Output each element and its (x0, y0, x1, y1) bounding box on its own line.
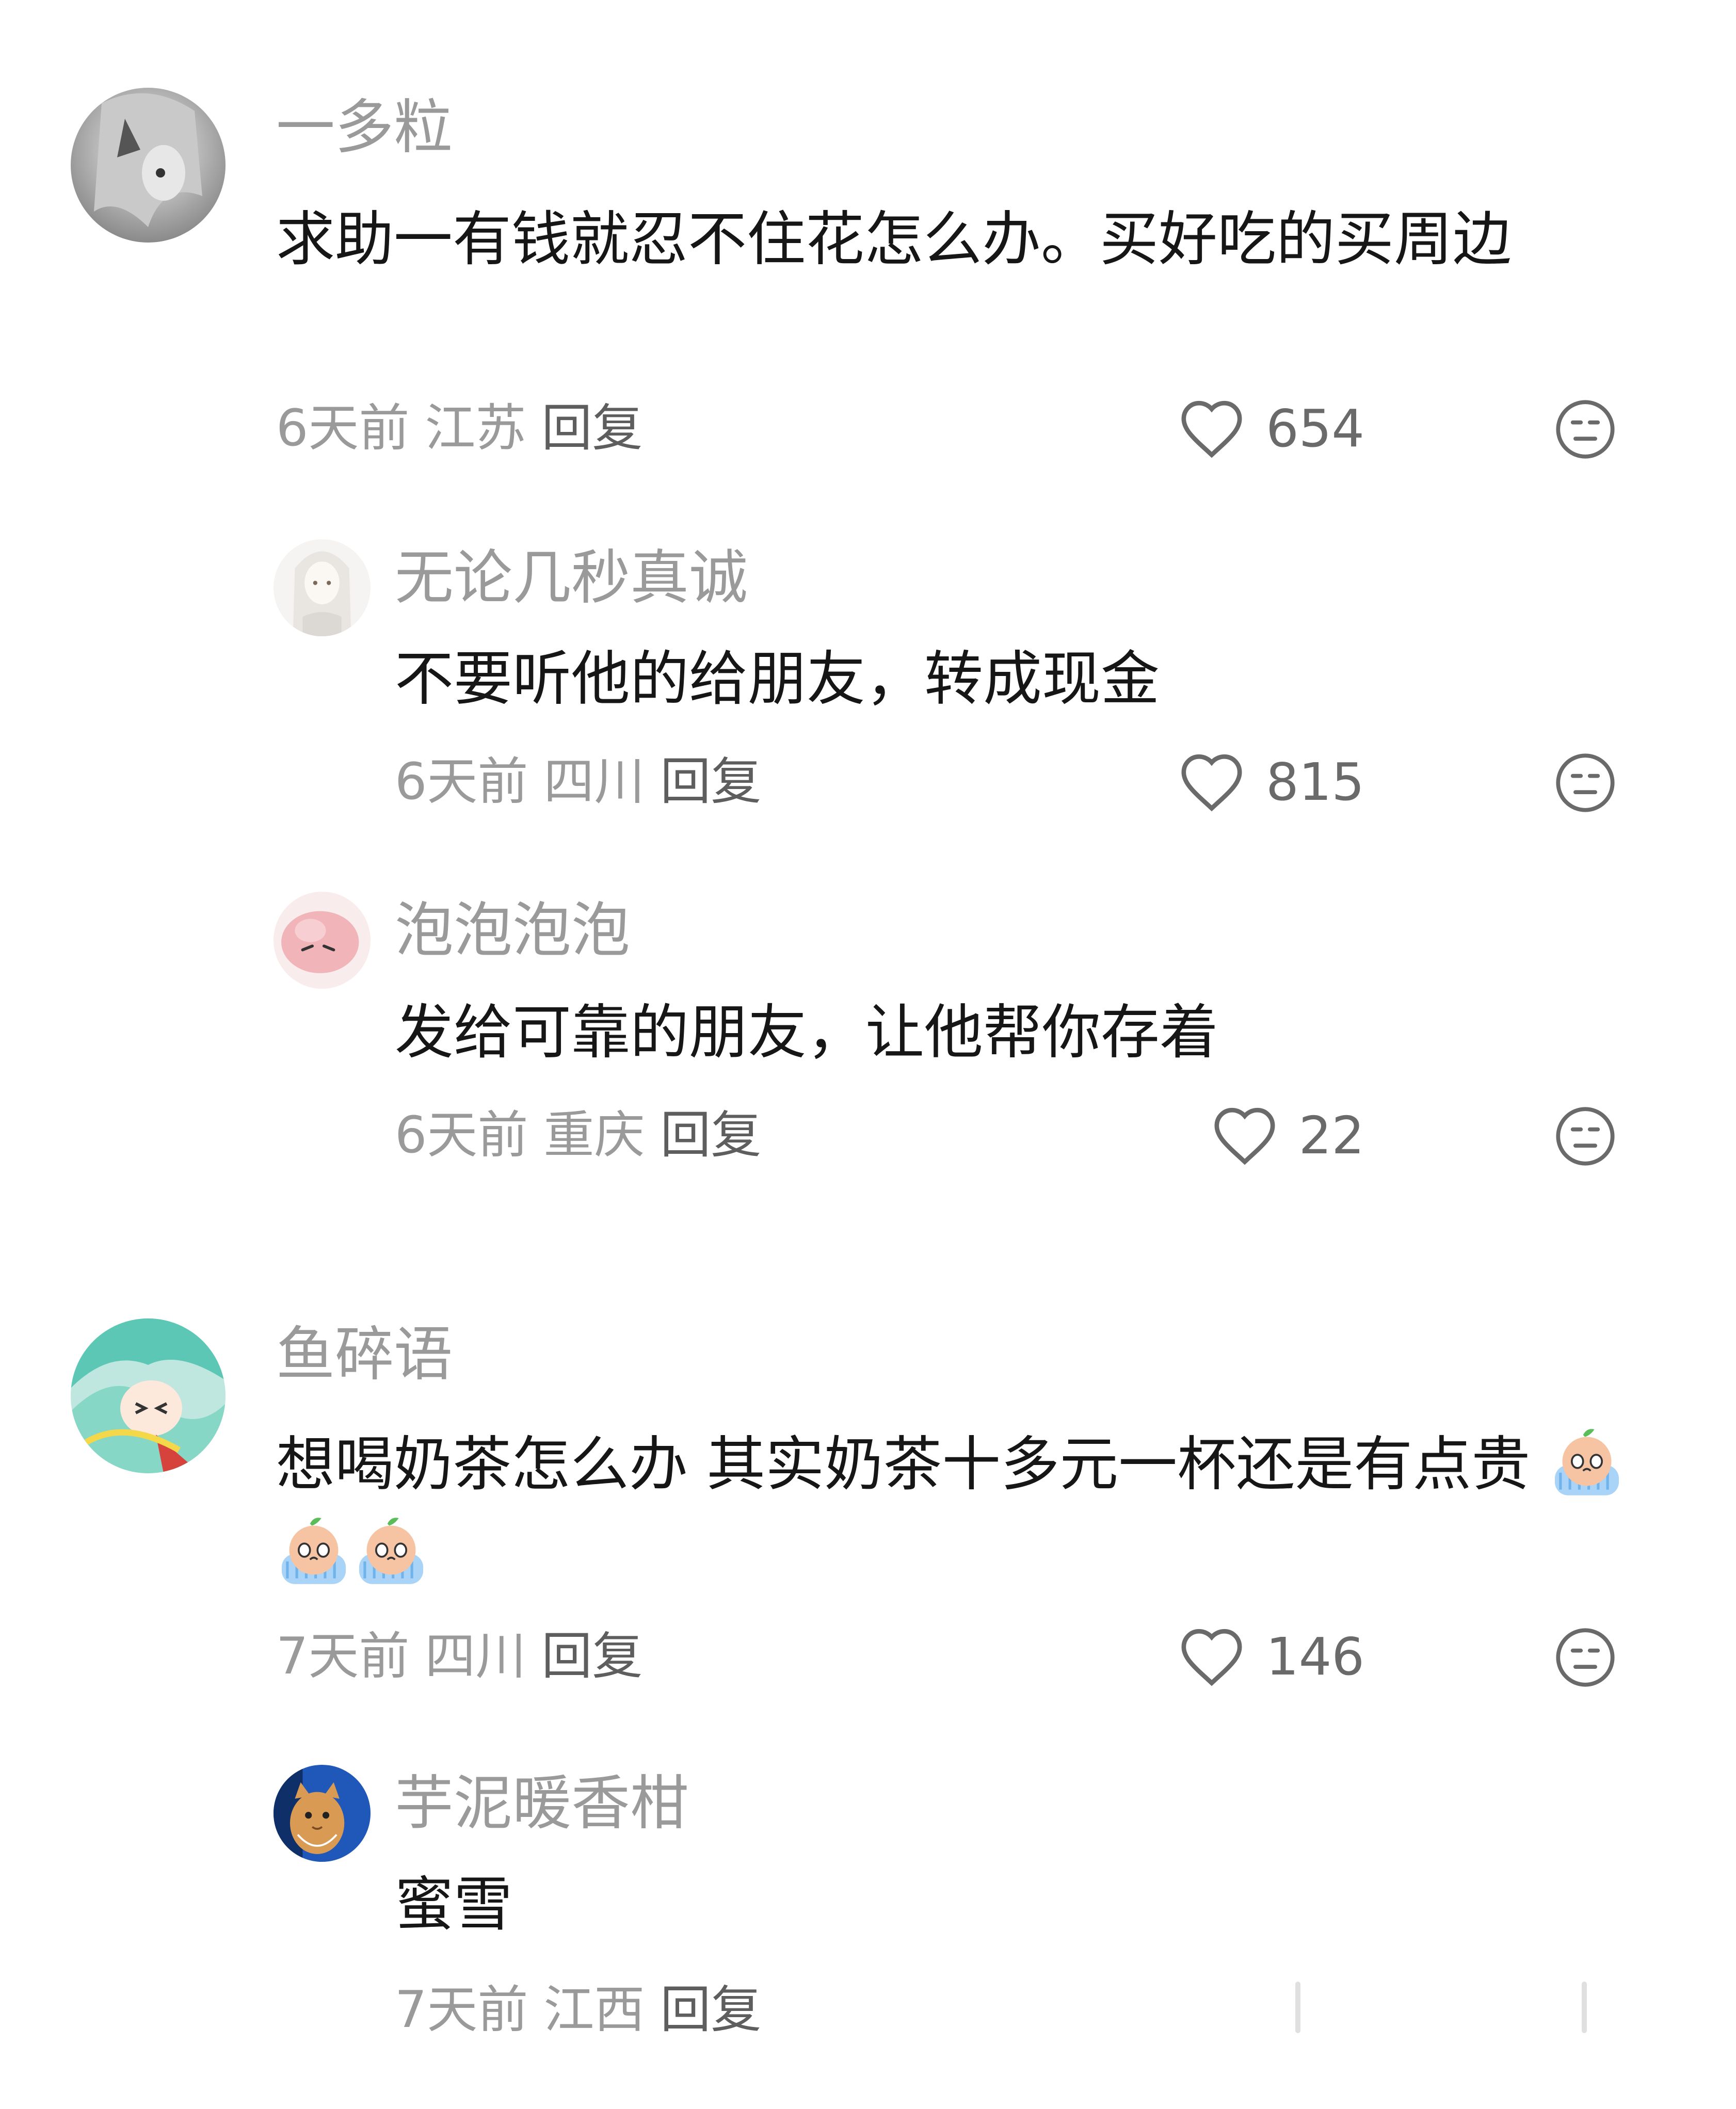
comment-meta: 7天前 四川 回复 (276, 1625, 642, 1687)
reply-button[interactable]: 回复 (541, 399, 642, 458)
neutral-face-icon[interactable] (1553, 397, 1617, 461)
neutral-face-icon[interactable] (1553, 1625, 1617, 1689)
dislike-button-partial[interactable] (1582, 1982, 1587, 2033)
heart-outline-icon (1181, 400, 1242, 458)
like-count: 815 (1266, 751, 1364, 812)
reply-time: 6天前 (395, 1106, 528, 1165)
reply-button[interactable]: 回复 (660, 1981, 761, 2039)
comment-username[interactable]: 一多粒 (276, 94, 453, 161)
reply-username[interactable]: 泡泡泡泡 (395, 897, 630, 964)
comment-text: 求助一有钱就忍不住花怎么办。买好吃的买周边 (276, 205, 1512, 273)
comment-location: 江苏 (425, 399, 526, 458)
like-count: 146 (1266, 1626, 1364, 1687)
reply-time: 6天前 (395, 752, 528, 811)
neutral-face-icon[interactable] (1553, 751, 1617, 815)
crying-peach-emoji (281, 1518, 346, 1584)
avatar[interactable] (274, 892, 371, 989)
heart-outline-icon (1181, 754, 1242, 812)
heart-outline-icon (1181, 1629, 1242, 1686)
crying-peach-emoji (1554, 1429, 1619, 1495)
comment-text-content: 想喝奶茶怎么办 其实奶茶十多元一杯还是有点贵 (276, 1430, 1531, 1499)
like-button[interactable]: 146 (1096, 1623, 1364, 1690)
like-button[interactable]: 815 (1096, 748, 1364, 815)
like-button[interactable]: 654 (1096, 395, 1364, 462)
reply-location: 江西 (543, 1981, 645, 2039)
crying-peach-emoji (359, 1518, 424, 1584)
avatar[interactable] (274, 539, 371, 636)
comment-username[interactable]: 鱼碎语 (276, 1321, 453, 1388)
like-count: 22 (1298, 1105, 1364, 1166)
neutral-face-icon[interactable] (1553, 1104, 1617, 1168)
reply-text: 不要听他的给朋友，转成现金 (395, 645, 1160, 713)
reply-text: 发给可靠的朋友，让他帮你存着 (395, 998, 1219, 1067)
avatar[interactable] (274, 1765, 371, 1862)
reply-meta: 7天前 江西 回复 (395, 1979, 761, 2041)
reply-meta: 6天前 四川 回复 (395, 751, 761, 813)
reply-text: 蜜雪 (395, 1870, 513, 1939)
comment-time: 6天前 (276, 399, 410, 458)
comment-time: 7天前 (276, 1627, 410, 1686)
like-button-partial[interactable] (1295, 1982, 1300, 2033)
like-button[interactable]: 22 (1096, 1102, 1364, 1169)
comment-text: 想喝奶茶怎么办 其实奶茶十多元一杯还是有点贵 (276, 1420, 1638, 1598)
reply-location: 四川 (543, 752, 645, 811)
reply-button[interactable]: 回复 (660, 1106, 761, 1165)
avatar[interactable] (71, 88, 226, 243)
reply-meta: 6天前 重庆 回复 (395, 1104, 761, 1166)
reply-location: 重庆 (543, 1106, 645, 1165)
reply-button[interactable]: 回复 (660, 752, 761, 811)
comment-meta: 6天前 江苏 回复 (276, 397, 642, 459)
reply-username[interactable]: 无论几秒真诚 (395, 544, 748, 611)
comment-location: 四川 (425, 1627, 526, 1686)
like-count: 654 (1266, 398, 1364, 459)
reply-button[interactable]: 回复 (541, 1627, 642, 1686)
reply-username[interactable]: 芋泥暖香柑 (395, 1770, 689, 1837)
avatar[interactable] (71, 1318, 226, 1473)
heart-outline-icon (1214, 1107, 1275, 1165)
reply-time: 7天前 (395, 1981, 528, 2039)
